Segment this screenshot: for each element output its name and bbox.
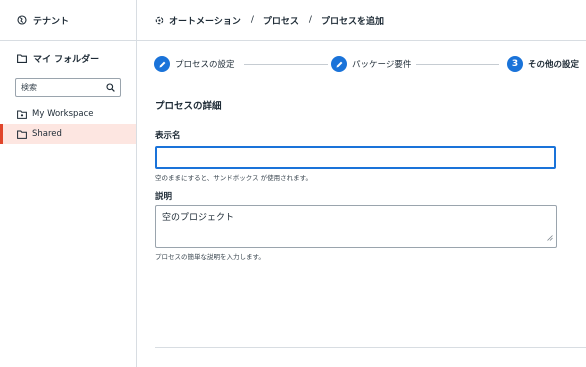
edit-icon: [331, 56, 347, 72]
sidebar-item-shared[interactable]: Shared: [0, 124, 136, 144]
description-label: 説明: [155, 192, 173, 202]
step-label: プロセスの設定: [175, 60, 235, 70]
tenant-label: テナント: [33, 16, 70, 27]
section-title: プロセスの詳細: [155, 101, 222, 112]
description-textarea[interactable]: 空のプロジェクト: [155, 205, 557, 248]
tenant-selector[interactable]: テナント: [0, 0, 136, 41]
breadcrumb-separator: /: [308, 15, 312, 25]
folder-icon: [17, 130, 32, 139]
resize-handle-icon[interactable]: [547, 234, 553, 244]
sidebar-item-my-workspace[interactable]: My Workspace: [0, 104, 136, 124]
step-package-requirements[interactable]: パッケージ要件: [331, 56, 411, 72]
sidebar-item-label: Shared: [32, 129, 62, 139]
folder-icon: [17, 53, 33, 63]
step-number: 3: [507, 56, 523, 72]
display-name-label: 表示名: [155, 131, 181, 141]
my-folders-label: マイ フォルダー: [33, 54, 100, 65]
folder-icon: [17, 110, 32, 119]
step-process-settings[interactable]: プロセスの設定: [154, 56, 235, 72]
sidebar: テナント マイ フォルダー My Workspace Shared: [0, 0, 137, 367]
step-label: その他の設定: [528, 60, 580, 70]
sidebar-item-label: My Workspace: [32, 109, 94, 119]
edit-icon: [154, 56, 170, 72]
automation-icon: [155, 16, 169, 25]
main-content: オートメーション / プロセス / プロセスを追加 プロセスの設定 パッケージ要…: [137, 0, 586, 367]
description-help: プロセスの簡単な説明を入力します。: [155, 253, 265, 261]
search-icon[interactable]: [106, 83, 115, 92]
display-name-input[interactable]: [155, 146, 556, 169]
my-folders-header: マイ フォルダー: [0, 47, 136, 69]
stepper: プロセスの設定 パッケージ要件 3 その他の設定: [154, 56, 586, 72]
breadcrumb: オートメーション / プロセス / プロセスを追加: [137, 0, 586, 41]
step-label: パッケージ要件: [352, 60, 412, 70]
step-connector: [244, 64, 328, 65]
folder-search-input[interactable]: [21, 83, 101, 92]
folder-search: [15, 78, 121, 97]
breadcrumb-separator: /: [250, 15, 254, 25]
breadcrumb-current-page: プロセスを追加: [320, 16, 384, 27]
breadcrumb-processes[interactable]: プロセス: [263, 14, 299, 27]
display-name-help: 空のままにすると、サンドボックス が使用されます。: [155, 174, 313, 182]
footer-divider: [155, 347, 586, 348]
step-other-settings[interactable]: 3 その他の設定: [507, 56, 579, 72]
globe-icon: [17, 15, 33, 25]
description-value: 空のプロジェクト: [162, 213, 235, 223]
breadcrumb-automation[interactable]: オートメーション: [169, 14, 241, 27]
step-connector: [416, 64, 499, 65]
